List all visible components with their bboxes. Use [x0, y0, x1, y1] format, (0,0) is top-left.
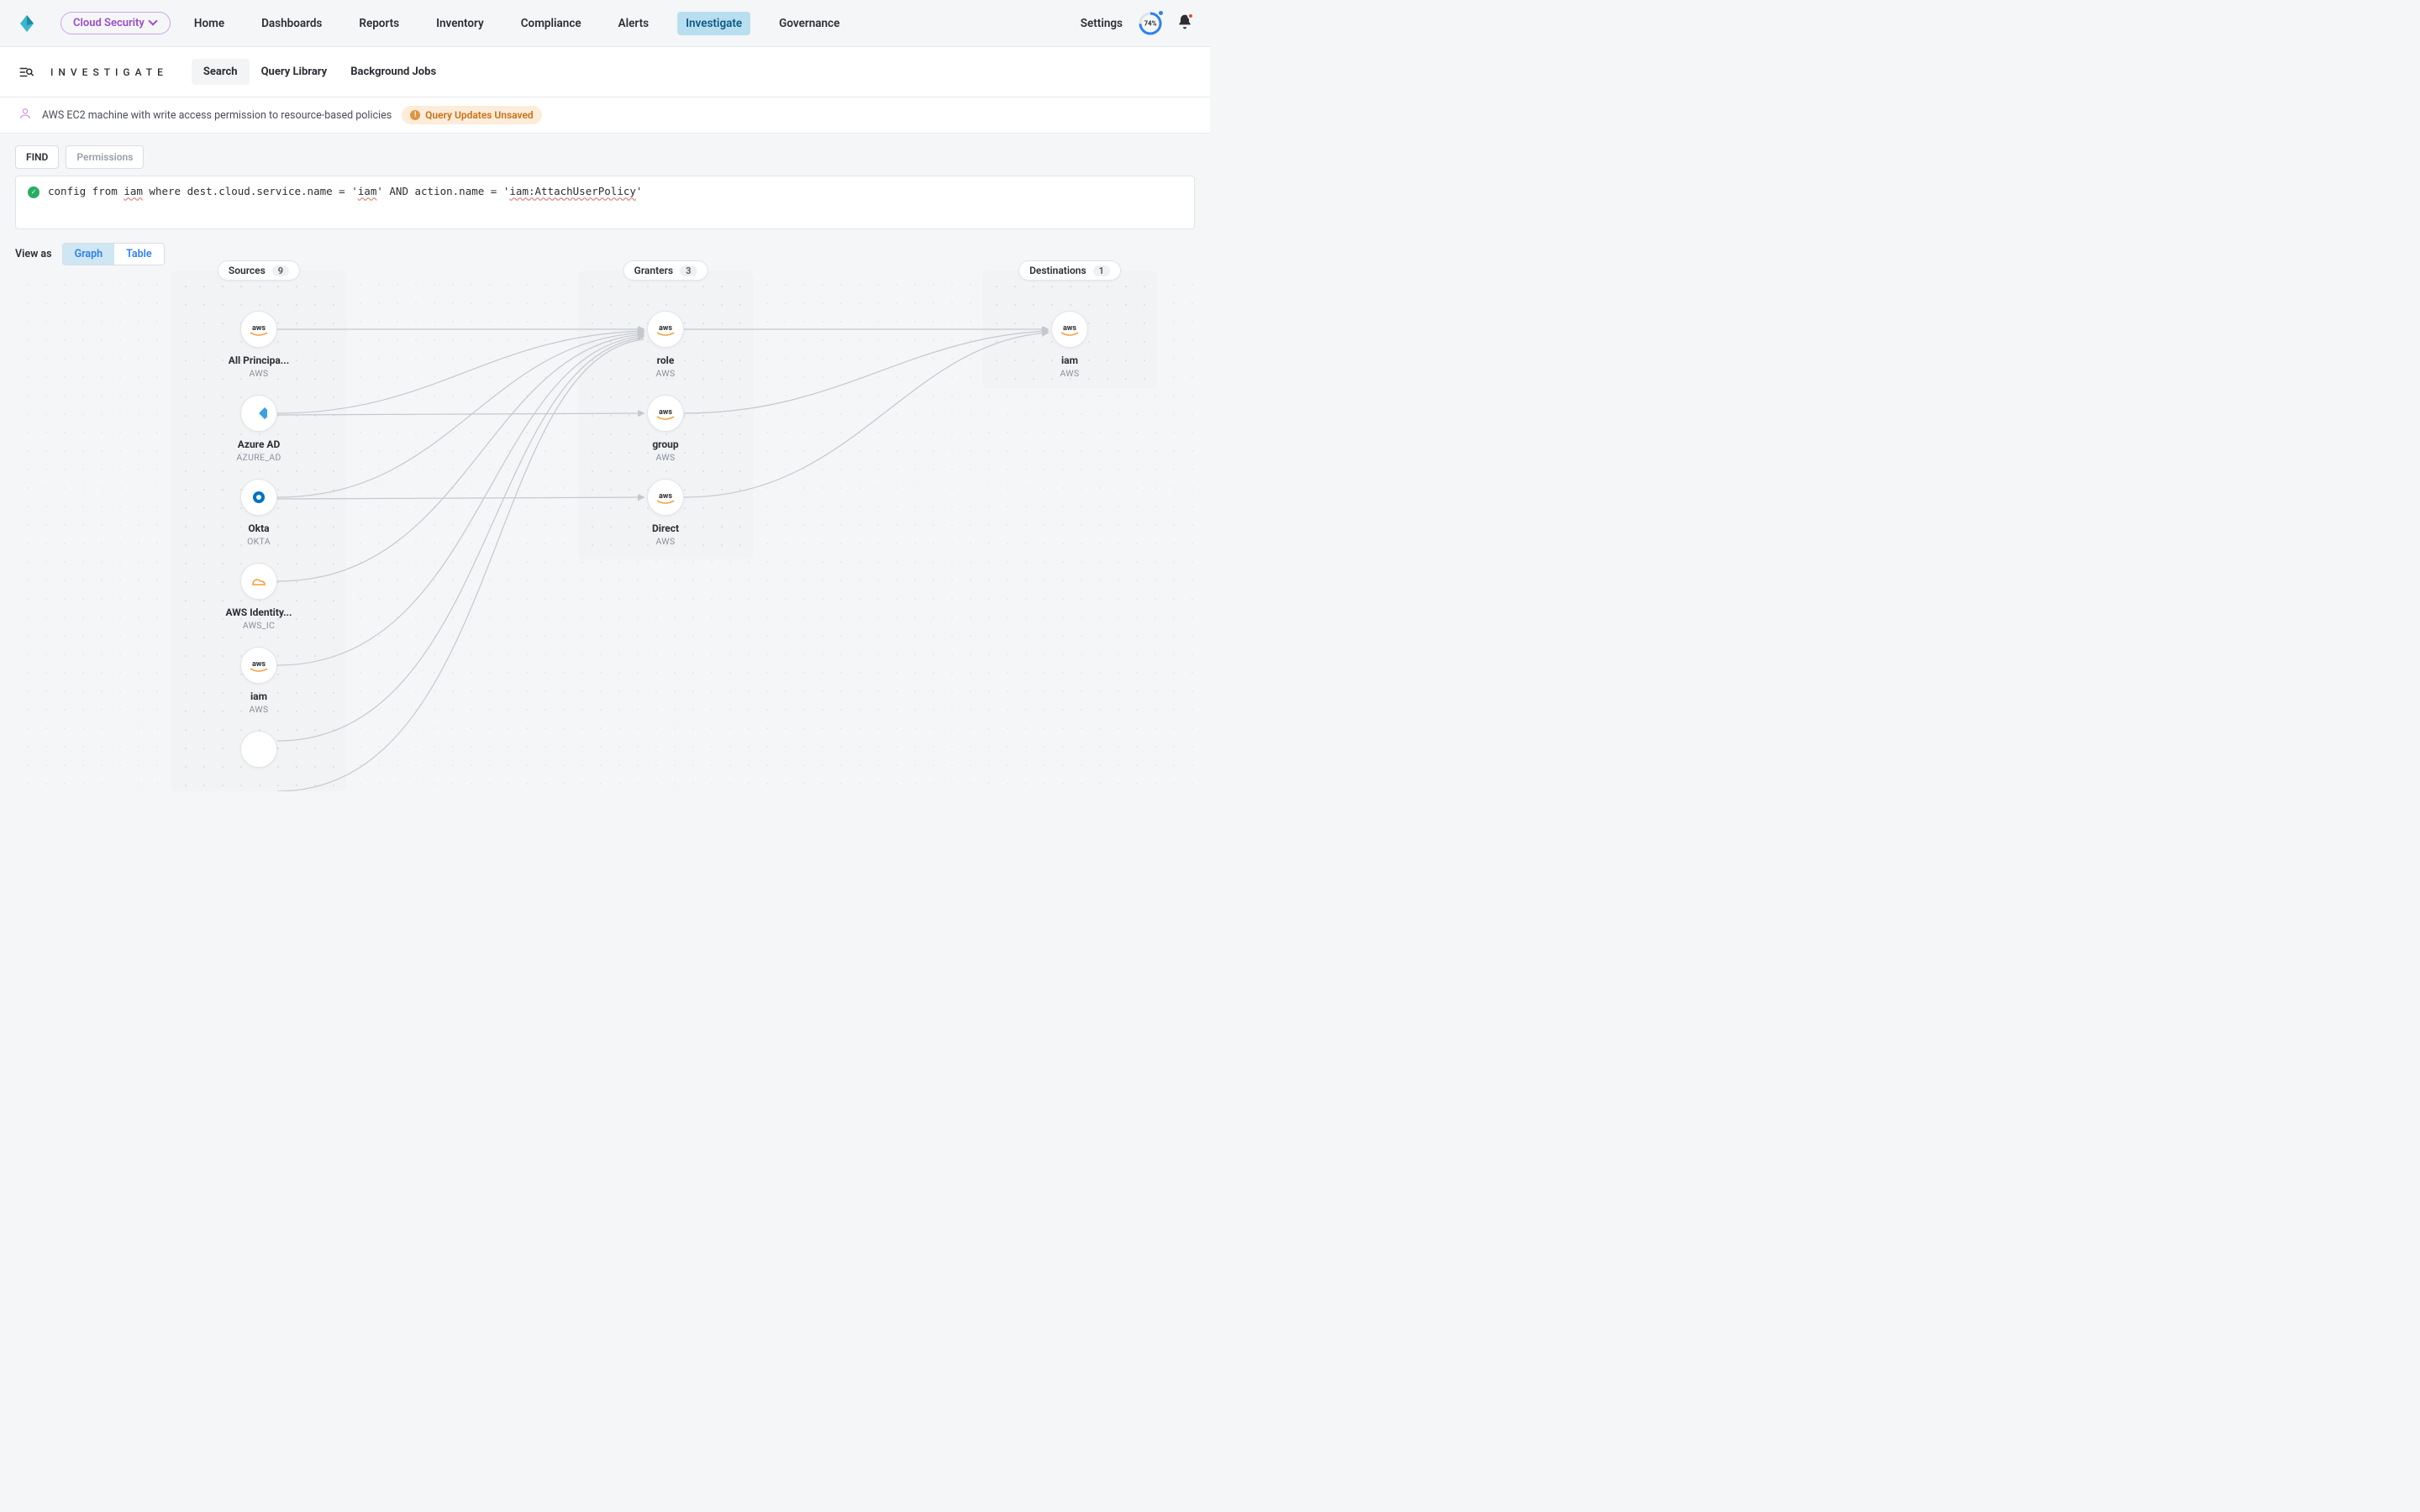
aws-icon: aws [654, 322, 677, 337]
aws-icon: aws [247, 658, 271, 673]
node-source-3[interactable]: AWS Identity... AWS_IC [208, 563, 309, 631]
column-destinations-count: 1 [1093, 265, 1110, 276]
product-name: Cloud Security [73, 17, 145, 29]
tab-search[interactable]: Search [192, 59, 250, 85]
aws-identity-center-icon [250, 574, 268, 589]
node-source-2[interactable]: Okta OKTA [208, 479, 309, 547]
adoption-progress[interactable]: 74% [1138, 11, 1163, 36]
query-chips: FIND Permissions [15, 145, 1195, 169]
aws-icon: aws [654, 490, 677, 505]
aws-icon: aws [247, 322, 271, 337]
page-title: INVESTIGATE [50, 66, 168, 78]
main-nav: Home Dashboards Reports Inventory Compli… [186, 12, 848, 35]
nav-governance[interactable]: Governance [771, 12, 848, 35]
graph-canvas[interactable]: Sources 9 Granters 3 Destinations 1 aws … [15, 270, 1195, 791]
progress-percent: 74% [1144, 19, 1156, 27]
azuread-icon [250, 405, 267, 422]
node-source-1[interactable]: Azure AD AZURE_AD [208, 395, 309, 463]
aws-icon: aws [1058, 322, 1081, 337]
svg-text:aws: aws [659, 492, 672, 501]
product-switcher[interactable]: Cloud Security [60, 12, 171, 34]
svg-text:aws: aws [252, 660, 266, 669]
aws-icon: aws [654, 406, 677, 421]
node-sublabel: AWS [250, 368, 269, 379]
node-label: Okta [248, 522, 269, 534]
query-text: config from iam where dest.cloud.service… [48, 185, 642, 197]
node-source-0[interactable]: aws All Principa... AWS [208, 311, 309, 379]
node-label: iam [1061, 354, 1078, 366]
nav-compliance[interactable]: Compliance [513, 12, 590, 35]
svg-text:aws: aws [252, 324, 266, 333]
node-label: iam [250, 690, 267, 702]
view-toggle-graph[interactable]: Graph [63, 244, 115, 265]
column-sources-count: 9 [272, 265, 289, 276]
column-granters-header: Granters 3 [623, 260, 708, 281]
svg-text:aws: aws [659, 324, 672, 333]
node-destination-0[interactable]: aws iam AWS [1019, 311, 1120, 379]
nav-investigate[interactable]: Investigate [677, 12, 750, 35]
node-sublabel: AZURE_AD [236, 452, 281, 463]
tab-background-jobs[interactable]: Background Jobs [339, 59, 448, 85]
view-as-label: View as [15, 248, 52, 260]
nav-home[interactable]: Home [186, 12, 233, 35]
column-sources-title: Sources [229, 265, 266, 276]
node-label: AWS Identity... [225, 606, 292, 618]
node-granter-0[interactable]: aws role AWS [615, 311, 716, 379]
policy-description: AWS EC2 machine with write access permis… [42, 109, 392, 122]
chip-find[interactable]: FIND [15, 145, 59, 169]
warning-icon: ! [410, 110, 420, 120]
progress-indicator-dot [1157, 9, 1165, 17]
chevron-down-icon [150, 19, 158, 28]
node-source-4[interactable]: aws iam AWS [208, 647, 309, 715]
node-granter-1[interactable]: aws group AWS [615, 395, 716, 463]
nav-inventory[interactable]: Inventory [428, 12, 492, 35]
unsaved-badge: ! Query Updates Unsaved [402, 106, 542, 124]
settings-link[interactable]: Settings [1081, 17, 1123, 30]
node-label: Azure AD [238, 438, 281, 450]
node-label: role [657, 354, 675, 366]
tab-query-library[interactable]: Query Library [250, 59, 339, 85]
node-label: All Principa... [229, 354, 289, 366]
node-sublabel: AWS [250, 704, 269, 715]
view-toggle-table[interactable]: Table [114, 244, 164, 265]
column-destinations-title: Destinations [1029, 265, 1086, 276]
nav-dashboards[interactable]: Dashboards [253, 12, 330, 35]
svg-text:aws: aws [1063, 324, 1076, 333]
svg-text:aws: aws [659, 408, 672, 417]
column-granters-title: Granters [634, 265, 673, 276]
column-sources-header: Sources 9 [218, 260, 300, 281]
node-sublabel: AWS [1060, 368, 1080, 379]
node-source-5-partial[interactable] [208, 731, 309, 768]
query-valid-icon: ✓ [28, 186, 39, 198]
notification-badge [1187, 13, 1194, 19]
node-sublabel: AWS [656, 536, 676, 547]
policy-icon [18, 107, 32, 123]
node-granter-2[interactable]: aws Direct AWS [615, 479, 716, 547]
investigate-icon [18, 65, 34, 80]
node-sublabel: OKTA [247, 536, 271, 547]
investigate-tabs: Search Query Library Background Jobs [192, 59, 448, 85]
nav-reports[interactable]: Reports [350, 12, 408, 35]
node-label: group [652, 438, 678, 450]
investigate-subheader: INVESTIGATE Search Query Library Backgro… [0, 47, 1210, 97]
chip-permissions[interactable]: Permissions [66, 145, 144, 169]
node-label: Direct [652, 522, 679, 534]
node-sublabel: AWS [656, 368, 676, 379]
node-sublabel: AWS_IC [243, 620, 275, 631]
query-builder: FIND Permissions ✓ config from iam where… [0, 134, 1210, 229]
column-destinations-header: Destinations 1 [1018, 260, 1121, 281]
unsaved-label: Query Updates Unsaved [425, 109, 534, 121]
okta-icon [251, 490, 266, 505]
notifications-button[interactable] [1176, 13, 1193, 34]
nav-alerts[interactable]: Alerts [610, 12, 657, 35]
app-logo [17, 13, 37, 34]
node-sublabel: AWS [656, 452, 676, 463]
view-toggle: Graph Table [62, 243, 165, 265]
query-info-bar: AWS EC2 machine with write access permis… [0, 97, 1210, 134]
column-granters-count: 3 [680, 265, 697, 276]
topbar: Cloud Security Home Dashboards Reports I… [0, 0, 1210, 47]
query-input[interactable]: ✓ config from iam where dest.cloud.servi… [15, 176, 1195, 229]
